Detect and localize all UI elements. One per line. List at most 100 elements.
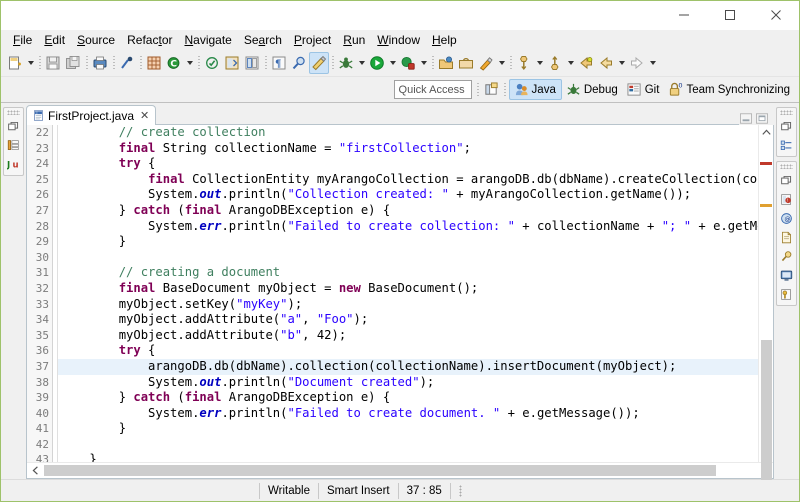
properties-view-icon[interactable] [779,286,795,302]
code-line[interactable]: } [58,234,758,250]
save-icon[interactable] [43,52,63,74]
code-line[interactable]: } catch (final ArangoDBException e) { [58,203,758,219]
coverage-dropdown[interactable] [418,52,429,74]
close-window-button[interactable] [753,1,799,29]
javadoc-view-icon[interactable]: @ [779,210,795,226]
code-line[interactable] [58,250,758,266]
code-line[interactable]: System.err.println("Failed to create col… [58,219,758,235]
forward-dropdown[interactable] [616,52,627,74]
menu-window[interactable]: Window [371,31,426,50]
code-line[interactable]: } [58,421,758,437]
scroll-left-arrow[interactable] [27,463,44,478]
menu-refactor[interactable]: Refactor [121,31,178,50]
restore-icon[interactable] [779,118,795,134]
minimize-editor-button[interactable] [739,112,752,124]
maximize-window-button[interactable] [707,1,753,29]
external-tools-icon[interactable] [456,52,476,74]
link-icon[interactable] [117,52,137,74]
code-line[interactable]: System.out.println("Document created"); [58,375,758,391]
code-line[interactable]: // create collection [58,125,758,141]
forward-alt-icon[interactable] [627,52,647,74]
back-icon[interactable] [576,52,596,74]
code-line[interactable]: try { [58,343,758,359]
code-line[interactable]: myObject.addAttribute("b", 42); [58,328,758,344]
scroll-up-arrow[interactable] [759,125,774,140]
status-insert-mode[interactable]: Smart Insert [317,482,398,499]
build-icon[interactable] [222,52,242,74]
run-dropdown[interactable] [387,52,398,74]
annotation-icon[interactable] [476,52,496,74]
code-line[interactable]: System.err.println("Failed to create doc… [58,406,758,422]
problems-view-icon[interactable]: ! [779,191,795,207]
vertical-scrollbar[interactable] [758,125,774,480]
annotation-dropdown[interactable] [496,52,507,74]
vertical-scroll-thumb[interactable] [760,340,772,480]
code-line[interactable]: final CollectionEntity myArangoCollectio… [58,172,758,188]
source-code[interactable]: // create collection final String collec… [58,125,758,462]
open-perspective-button[interactable] [482,79,502,101]
perspective-debug[interactable]: Debug [562,79,623,100]
horizontal-scroll-thumb[interactable] [44,465,716,476]
open-perspective-icon[interactable] [436,52,456,74]
rail-drag-handle[interactable] [7,110,20,115]
restore-icon[interactable] [779,172,795,188]
minimize-window-button[interactable] [661,1,707,29]
outline-view-icon[interactable] [779,137,795,153]
new-class-dropdown[interactable] [184,52,195,74]
code-line[interactable]: // creating a document [58,265,758,281]
debug-dropdown[interactable] [356,52,367,74]
forward-alt-dropdown[interactable] [647,52,658,74]
menu-help[interactable]: Help [426,31,463,50]
new-wizard-icon[interactable] [5,52,25,74]
next-annotation-dropdown[interactable] [534,52,545,74]
menu-navigate[interactable]: Navigate [178,31,237,50]
build-all-icon[interactable] [242,52,262,74]
code-line[interactable]: } catch (final ArangoDBException e) { [58,390,758,406]
previous-annotation-icon[interactable] [545,52,565,74]
next-annotation-icon[interactable] [514,52,534,74]
horizontal-scrollbar[interactable] [27,462,773,478]
search-view-icon[interactable] [779,248,795,264]
overview-marker-warning[interactable] [759,204,772,207]
restore-icon[interactable] [6,118,22,134]
outline-view-icon[interactable] [6,137,22,153]
search-icon[interactable] [289,52,309,74]
forward-icon[interactable] [596,52,616,74]
menu-edit[interactable]: Edit [38,31,71,50]
code-line[interactable]: System.out.println("Collection created: … [58,187,758,203]
close-icon[interactable]: ✕ [140,109,149,122]
rail-drag-handle-right-1[interactable] [780,110,793,115]
maximize-editor-button[interactable] [755,112,768,124]
last-edit-icon[interactable] [309,52,329,74]
new-junit-test-icon[interactable] [202,52,222,74]
code-line[interactable]: final String collectionName = "firstColl… [58,141,758,157]
perspective-java[interactable]: Java [508,79,562,100]
save-all-icon[interactable] [63,52,83,74]
print-icon[interactable] [90,52,110,74]
vertical-scroll-track[interactable] [759,140,774,480]
code-line[interactable]: myObject.setKey("myKey"); [58,297,758,313]
perspective-team-synchronizing[interactable]: 0 Team Synchronizing [664,79,795,100]
menu-run[interactable]: Run [337,31,371,50]
debug-icon[interactable] [336,52,356,74]
open-type-icon[interactable]: ¶ [269,52,289,74]
run-icon[interactable] [367,52,387,74]
new-class-icon[interactable]: C [164,52,184,74]
menu-project[interactable]: Project [288,31,337,50]
code-line[interactable]: try { [58,156,758,172]
perspective-git[interactable]: Git [623,79,665,100]
junit-view-icon[interactable]: J u [6,156,22,172]
new-wizard-dropdown[interactable] [25,52,36,74]
code-line[interactable] [58,437,758,453]
overview-marker-error[interactable] [759,162,772,165]
declaration-view-icon[interactable] [779,229,795,245]
code-line[interactable]: arangoDB.db(dbName).collection(collectio… [58,358,758,375]
new-package-icon[interactable] [144,52,164,74]
menu-source[interactable]: Source [71,31,121,50]
console-view-icon[interactable] [779,267,795,283]
menu-search[interactable]: Search [238,31,288,50]
editor-tab-firstproject[interactable]: J FirstProject.java ✕ [26,105,157,125]
coverage-icon[interactable] [398,52,418,74]
code-line[interactable]: } [58,452,758,462]
code-line[interactable]: final BaseDocument myObject = new BaseDo… [58,281,758,297]
